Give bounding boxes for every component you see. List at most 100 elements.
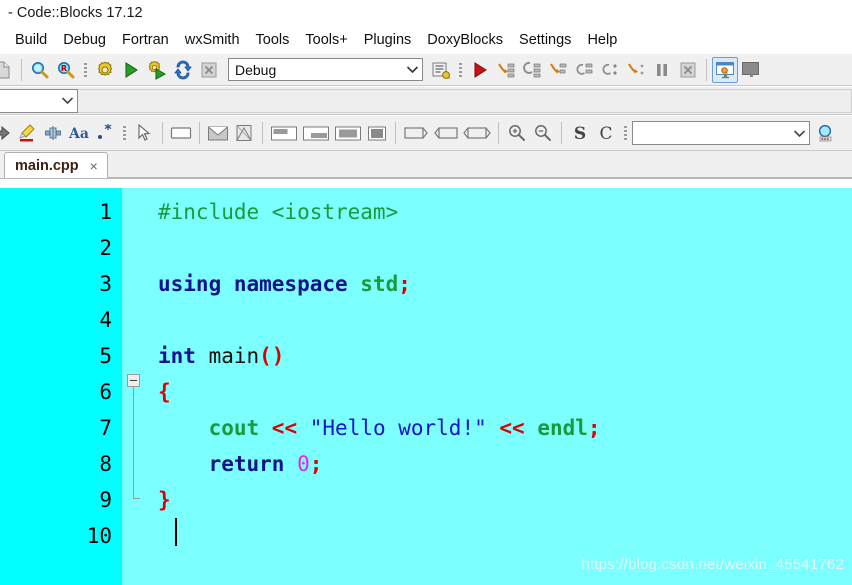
code-line-6: { bbox=[148, 374, 852, 410]
next-line-icon[interactable] bbox=[493, 57, 519, 83]
token-shift-1: << bbox=[259, 416, 310, 440]
tab-main-cpp[interactable]: main.cpp × bbox=[4, 152, 108, 178]
debugging-windows-icon[interactable] bbox=[712, 56, 738, 83]
regex-icon[interactable]: * bbox=[92, 120, 118, 146]
code-text-area[interactable]: #include <iostream> using namespace std;… bbox=[148, 188, 852, 585]
wxsep-6 bbox=[561, 122, 562, 144]
code-line-8: return 0; bbox=[148, 446, 852, 482]
step-into-instruction-icon[interactable] bbox=[597, 57, 623, 83]
token-semicolon-7: ; bbox=[587, 416, 601, 440]
toolbar-grip-wxsmith[interactable] bbox=[120, 122, 128, 144]
build-target-select[interactable]: Debug bbox=[228, 58, 423, 81]
menu-tools[interactable]: Tools bbox=[248, 30, 298, 50]
debug-continue-icon[interactable] bbox=[467, 57, 493, 83]
toolbar-grip-compiler[interactable] bbox=[81, 59, 89, 81]
run-icon[interactable] bbox=[118, 57, 144, 83]
menu-help[interactable]: Help bbox=[579, 30, 625, 50]
menu-fortran[interactable]: Fortran bbox=[114, 30, 177, 50]
stop-debugger-icon[interactable] bbox=[675, 57, 701, 83]
menu-settings[interactable]: Settings bbox=[511, 30, 579, 50]
toolbar-grip-search[interactable] bbox=[621, 122, 629, 144]
fold-toggle-icon[interactable] bbox=[127, 374, 140, 387]
toolbar-row-main: R Debug bbox=[0, 53, 852, 86]
replace-icon[interactable]: R bbox=[53, 57, 79, 83]
break-debugger-icon[interactable] bbox=[649, 57, 675, 83]
token-cout: cout bbox=[208, 416, 260, 440]
highlight-pen-icon[interactable] bbox=[14, 120, 40, 146]
line-number: 1 bbox=[99, 200, 112, 224]
wxsep-3 bbox=[262, 122, 263, 144]
layout-fill-icon[interactable] bbox=[364, 120, 390, 146]
panel-icon[interactable] bbox=[168, 120, 194, 146]
find-in-files-icon[interactable] bbox=[813, 120, 839, 146]
code-editor[interactable]: 1 2 3 4 5 6 7 8 9 10 #include <iostream>… bbox=[0, 188, 852, 585]
step-into-icon[interactable] bbox=[519, 57, 545, 83]
toolbar-grip-debugger[interactable] bbox=[456, 59, 464, 81]
toolbar-separator bbox=[21, 58, 22, 81]
token-shift-2: << bbox=[486, 416, 538, 440]
image-icon[interactable] bbox=[231, 120, 257, 146]
expand-left-icon[interactable] bbox=[431, 120, 461, 146]
svg-text:R: R bbox=[61, 64, 67, 73]
layout-top-icon[interactable] bbox=[268, 120, 300, 146]
italic-c-icon[interactable]: C bbox=[593, 120, 619, 146]
scope-select[interactable] bbox=[0, 88, 78, 113]
build-icon[interactable] bbox=[92, 57, 118, 83]
close-icon[interactable]: × bbox=[88, 158, 100, 174]
run-to-cursor-icon[interactable] bbox=[623, 57, 649, 83]
arrow-right-icon[interactable] bbox=[0, 120, 14, 146]
various-info-icon[interactable] bbox=[738, 57, 764, 83]
token-semicolon-8: ; bbox=[309, 452, 323, 476]
zoom-in-icon[interactable] bbox=[504, 120, 530, 146]
pointer-select-icon[interactable] bbox=[131, 120, 157, 146]
build-target-value: Debug bbox=[235, 61, 277, 78]
menu-wxsmith[interactable]: wxSmith bbox=[177, 30, 248, 50]
menu-tools-plus[interactable]: Tools+ bbox=[297, 30, 355, 50]
menu-debug[interactable]: Debug bbox=[55, 30, 114, 50]
menu-build[interactable]: Build bbox=[7, 30, 55, 50]
build-and-run-icon[interactable] bbox=[144, 57, 170, 83]
envelope-icon[interactable] bbox=[205, 120, 231, 146]
window-title: - Code::Blocks 17.12 bbox=[8, 5, 143, 21]
bold-s-icon[interactable]: S bbox=[567, 120, 593, 146]
svg-text:*: * bbox=[104, 124, 112, 138]
chevron-down-icon-scope[interactable] bbox=[57, 90, 77, 111]
select-target-icon[interactable] bbox=[428, 57, 454, 83]
rebuild-icon[interactable] bbox=[170, 57, 196, 83]
fold-margin[interactable] bbox=[122, 188, 148, 585]
token-open-brace: { bbox=[158, 380, 171, 404]
step-out-icon[interactable] bbox=[545, 57, 571, 83]
line-number: 2 bbox=[99, 236, 112, 260]
token-zero: 0 bbox=[297, 452, 310, 476]
expand-right-icon[interactable] bbox=[401, 120, 431, 146]
code-line-7: cout << "Hello world!" << endl; bbox=[148, 410, 852, 446]
expand-both-icon[interactable] bbox=[461, 120, 493, 146]
token-include: #include <iostream> bbox=[158, 200, 399, 224]
chevron-down-icon-search[interactable] bbox=[789, 123, 809, 144]
zoom-out-icon[interactable] bbox=[530, 120, 556, 146]
font-aa-icon[interactable]: Aa bbox=[66, 120, 92, 146]
search-input[interactable] bbox=[632, 121, 810, 145]
next-instruction-icon[interactable] bbox=[571, 57, 597, 83]
chevron-down-icon[interactable] bbox=[402, 59, 422, 80]
watermark-text: https://blog.csdn.net/weixin_45541762 bbox=[581, 556, 844, 573]
new-file-icon[interactable] bbox=[0, 57, 16, 83]
toolbar-row-scope bbox=[0, 86, 852, 115]
token-using-namespace: using namespace bbox=[158, 272, 361, 296]
wxsep-5 bbox=[498, 122, 499, 144]
menu-bar: Build Debug Fortran wxSmith Tools Tools+… bbox=[0, 26, 852, 53]
code-line-1: #include <iostream> bbox=[148, 194, 852, 230]
menu-plugins[interactable]: Plugins bbox=[356, 30, 420, 50]
find-icon[interactable] bbox=[27, 57, 53, 83]
menu-doxyblocks[interactable]: DoxyBlocks bbox=[419, 30, 511, 50]
toolbar-separator-2 bbox=[706, 58, 707, 81]
tab-bar-empty-area bbox=[107, 152, 852, 178]
line-number: 10 bbox=[86, 524, 112, 548]
line-number-gutter: 1 2 3 4 5 6 7 8 9 10 bbox=[0, 188, 122, 585]
abort-build-icon[interactable] bbox=[196, 57, 222, 83]
bookmark-icon[interactable] bbox=[40, 120, 66, 146]
layout-center-icon[interactable] bbox=[332, 120, 364, 146]
layout-bottom-icon[interactable] bbox=[300, 120, 332, 146]
